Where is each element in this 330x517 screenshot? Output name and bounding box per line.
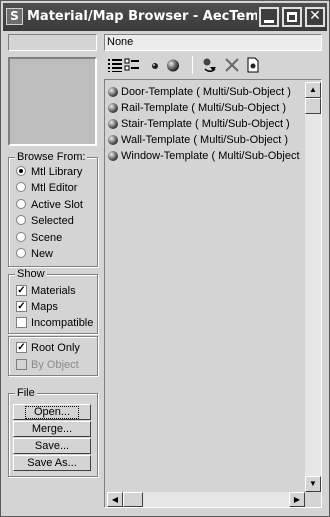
material-sphere-icon [108,151,118,161]
check-icon[interactable]: ✓ [16,285,27,296]
large-icons-view-icon[interactable] [165,57,181,73]
radio-button[interactable] [16,248,26,258]
browse-from-title: Browse From: [15,151,88,164]
material-sphere-icon [108,119,118,129]
maximize-button[interactable] [282,7,302,27]
radio-button[interactable] [16,232,26,242]
scroll-left-icon[interactable]: ◀ [107,492,123,507]
check-icon[interactable]: ✓ [16,342,27,353]
window-title: Material/Map Browser - AecTempla... [27,9,257,24]
material-preview [8,57,97,146]
close-icon: ✕ [309,8,321,24]
show-title: Show [15,268,47,281]
vertical-scrollbar[interactable]: ▲ ▼ [305,82,321,492]
show-group: Show ✓ Materials ✓ Maps Incompatible [8,268,98,334]
small-icons-view-icon[interactable] [147,57,163,73]
horizontal-scroll-thumb[interactable] [123,492,143,507]
clear-library-icon[interactable] [245,57,261,73]
scroll-right-icon[interactable]: ▶ [289,492,305,507]
radio-button[interactable] [16,166,26,176]
search-input[interactable] [8,34,97,51]
save-as-button[interactable]: Save As... [13,455,91,471]
checkbox[interactable] [16,317,27,328]
radio-button[interactable] [16,215,26,225]
merge-button[interactable]: Merge... [13,421,91,437]
save-button[interactable]: Save... [13,438,91,454]
list-view-icon[interactable] [107,57,123,73]
open-button[interactable]: Open... [13,404,91,420]
root-group: ✓ Root Only By Object [8,336,98,376]
radio-button[interactable] [16,199,26,209]
check-icon[interactable]: ✓ [16,301,27,312]
browse-from-group: Browse From: Mtl Library Mtl Editor Acti… [8,151,98,267]
minimize-button[interactable] [259,7,279,27]
toolbar-separator [192,56,193,74]
horizontal-scrollbar[interactable]: ◀ ▶ [107,492,305,507]
radio-button[interactable] [16,182,26,192]
material-sphere-icon [108,103,118,113]
file-title: File [15,387,37,400]
title-bar[interactable]: S Material/Map Browser - AecTempla... ✕ [3,3,327,31]
minimize-icon [264,20,274,23]
delete-from-library-icon[interactable] [224,57,240,73]
scrollbar-corner [305,492,321,507]
material-sphere-icon [108,87,118,97]
material-sphere-icon [108,135,118,145]
maximize-icon [287,12,297,22]
vertical-scroll-thumb[interactable] [305,98,321,114]
update-scene-materials-icon[interactable] [202,57,218,73]
scroll-up-icon[interactable]: ▲ [305,82,321,98]
app-icon[interactable]: S [6,8,23,25]
close-button[interactable]: ✕ [305,7,325,27]
list-icons-view-icon[interactable] [124,57,140,73]
browser-toolbar [104,55,322,75]
material-map-browser-window: S Material/Map Browser - AecTempla... ✕ … [0,0,330,517]
material-list: Door-Template ( Multi/Sub-Object ) Rail-… [104,79,322,508]
checkbox [16,359,27,370]
scroll-down-icon[interactable]: ▼ [305,476,321,492]
material-list-items: Door-Template ( Multi/Sub-Object ) Rail-… [107,82,305,492]
material-name-field[interactable]: None [104,34,322,51]
